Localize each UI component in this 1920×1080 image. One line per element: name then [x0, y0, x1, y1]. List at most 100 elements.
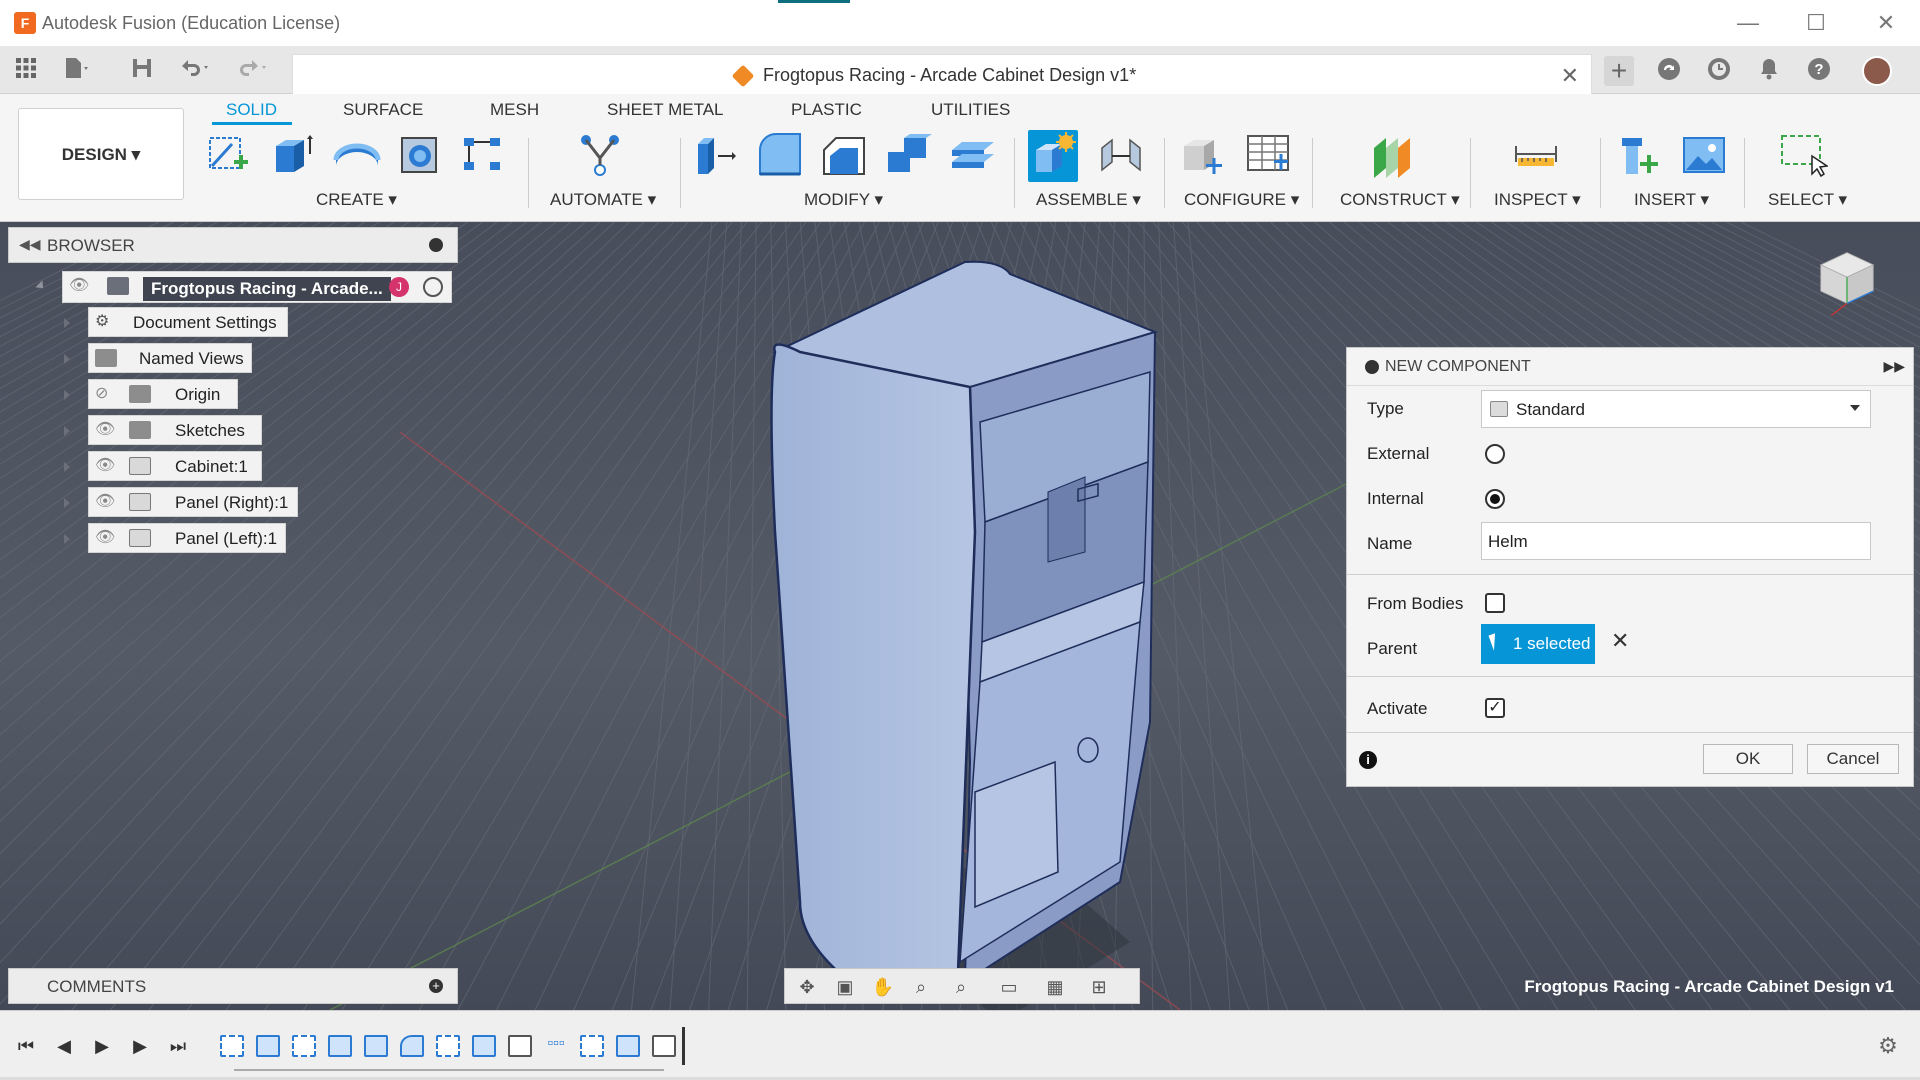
browser-item-sketches[interactable]: 👁 Sketches — [88, 415, 262, 445]
group-automate[interactable]: AUTOMATE ▾ — [550, 190, 656, 210]
go-start-icon[interactable]: ⏮ — [14, 1035, 38, 1057]
create-sketch-icon[interactable] — [204, 130, 254, 182]
offset-plane-icon[interactable] — [1368, 130, 1418, 182]
insert-derive-icon[interactable] — [1614, 130, 1664, 182]
browser-item-origin[interactable]: ⊘ Origin — [88, 379, 238, 409]
play-icon[interactable]: ▶ — [90, 1035, 114, 1057]
internal-radio[interactable] — [1485, 489, 1505, 509]
window-select-icon[interactable] — [1778, 130, 1830, 182]
collapse-dialog-icon[interactable] — [1365, 360, 1379, 374]
undo-icon[interactable] — [178, 56, 208, 84]
collapse-panel-icon[interactable]: ◀◀ — [19, 236, 41, 253]
tab-plastic[interactable]: PLASTIC — [791, 100, 862, 120]
expand-caret[interactable] — [64, 534, 70, 544]
combine-icon[interactable] — [884, 130, 934, 182]
eye-icon[interactable]: 👁 — [95, 494, 117, 510]
file-icon[interactable] — [62, 56, 90, 84]
add-comment-icon[interactable]: + — [429, 979, 443, 993]
bell-icon[interactable] — [1754, 56, 1784, 86]
expand-caret[interactable] — [64, 426, 70, 436]
view-cube[interactable] — [1812, 238, 1882, 318]
browser-item-document-settings[interactable]: ⚙ Document Settings — [88, 307, 288, 337]
cancel-button[interactable]: Cancel — [1807, 744, 1899, 774]
grid-settings-icon[interactable]: ▦ — [1043, 976, 1067, 998]
step-back-icon[interactable]: ◀ — [52, 1035, 76, 1057]
document-tab[interactable]: Frogtopus Racing - Arcade Cabinet Design… — [292, 54, 1592, 94]
pan-icon[interactable]: ✋ — [871, 976, 895, 998]
workspace-switcher[interactable]: DESIGN ▾ — [18, 108, 184, 200]
clock-icon[interactable] — [1704, 56, 1734, 86]
from-bodies-checkbox[interactable] — [1485, 593, 1505, 613]
step-forward-icon[interactable]: ▶ — [128, 1035, 152, 1057]
activate-radio-icon[interactable] — [423, 277, 443, 297]
clear-selection-icon[interactable]: ✕ — [1611, 628, 1629, 654]
timeline-feature[interactable] — [328, 1035, 352, 1057]
timeline-feature[interactable] — [508, 1035, 532, 1057]
expand-caret[interactable] — [64, 462, 70, 472]
expand-caret[interactable] — [64, 390, 70, 400]
browser-item-cabinet[interactable]: 👁 Cabinet:1 — [88, 451, 262, 481]
expand-caret[interactable] — [64, 498, 70, 508]
expand-dialog-icon[interactable]: ▶▶ — [1883, 358, 1905, 375]
group-assemble[interactable]: ASSEMBLE ▾ — [1036, 190, 1141, 210]
tab-mesh[interactable]: MESH — [490, 100, 539, 120]
offset-face-icon[interactable] — [948, 130, 998, 182]
eye-icon[interactable]: 👁 — [95, 422, 117, 438]
orbit-icon[interactable]: ✥ — [795, 976, 819, 998]
zoom-window-icon[interactable]: ⌕ — [949, 976, 973, 998]
close-icon[interactable]: ✕ — [1866, 8, 1906, 38]
configuration-table-icon[interactable] — [1244, 130, 1294, 182]
timeline-feature[interactable] — [256, 1035, 280, 1057]
group-insert[interactable]: INSERT ▾ — [1634, 190, 1709, 210]
redo-icon[interactable] — [236, 56, 266, 84]
press-pull-icon[interactable] — [692, 130, 742, 182]
go-end-icon[interactable]: ⏭ — [166, 1035, 190, 1057]
grid-menu-icon[interactable] — [12, 56, 40, 84]
timeline-feature[interactable] — [400, 1035, 424, 1057]
group-modify[interactable]: MODIFY ▾ — [804, 190, 883, 210]
revolve-icon[interactable] — [332, 130, 382, 182]
eye-icon[interactable]: 👁 — [95, 458, 117, 474]
tab-sheet-metal[interactable]: SHEET METAL — [607, 100, 724, 120]
timeline-feature[interactable] — [616, 1035, 640, 1057]
help-icon[interactable]: ? — [1804, 56, 1834, 86]
close-tab-icon[interactable]: ✕ — [1561, 63, 1579, 89]
group-construct[interactable]: CONSTRUCT ▾ — [1340, 190, 1460, 210]
viewports-icon[interactable]: ⊞ — [1087, 976, 1111, 998]
insert-canvas-icon[interactable] — [1680, 130, 1730, 182]
extrude-icon[interactable] — [268, 130, 318, 182]
timeline-feature[interactable] — [364, 1035, 388, 1057]
type-select[interactable]: Standard — [1481, 390, 1871, 428]
tab-surface[interactable]: SURFACE — [343, 100, 423, 120]
info-icon[interactable]: i — [1359, 751, 1377, 769]
ok-button[interactable]: OK — [1703, 744, 1793, 774]
maximize-icon[interactable]: ☐ — [1796, 8, 1836, 38]
eye-icon[interactable]: 👁 — [95, 530, 117, 546]
timeline-feature[interactable] — [472, 1035, 496, 1057]
settings-gear-icon[interactable]: ⚙ — [1876, 1035, 1900, 1057]
pattern-icon[interactable] — [460, 130, 510, 182]
measure-icon[interactable] — [1512, 130, 1562, 182]
tab-utilities[interactable]: UTILITIES — [931, 100, 1010, 120]
activate-checkbox[interactable]: ✓ — [1485, 698, 1505, 718]
group-inspect[interactable]: INSPECT ▾ — [1494, 190, 1581, 210]
chamfer-icon[interactable] — [820, 130, 870, 182]
avatar[interactable] — [1862, 56, 1892, 86]
timeline-feature[interactable] — [220, 1035, 244, 1057]
browser-root[interactable]: 👁 Frogtopus Racing - Arcade... J — [62, 271, 452, 303]
expand-caret[interactable] — [64, 354, 70, 364]
expand-caret[interactable] — [64, 318, 70, 328]
joint-icon[interactable] — [1096, 130, 1146, 182]
group-select[interactable]: SELECT ▾ — [1768, 190, 1847, 210]
group-configure[interactable]: CONFIGURE ▾ — [1184, 190, 1299, 210]
parent-selection-button[interactable]: 1 selected — [1481, 624, 1595, 664]
configure-icon[interactable] — [1178, 130, 1228, 182]
minimize-panel-icon[interactable] — [429, 238, 443, 252]
eye-hidden-icon[interactable]: ⊘ — [95, 386, 117, 402]
timeline-feature[interactable] — [580, 1035, 604, 1057]
timeline-feature[interactable] — [652, 1035, 676, 1057]
cloud-sync-icon[interactable] — [1654, 56, 1684, 86]
minimize-icon[interactable]: — — [1728, 8, 1768, 38]
timeline-feature[interactable] — [292, 1035, 316, 1057]
external-radio[interactable] — [1485, 444, 1505, 464]
